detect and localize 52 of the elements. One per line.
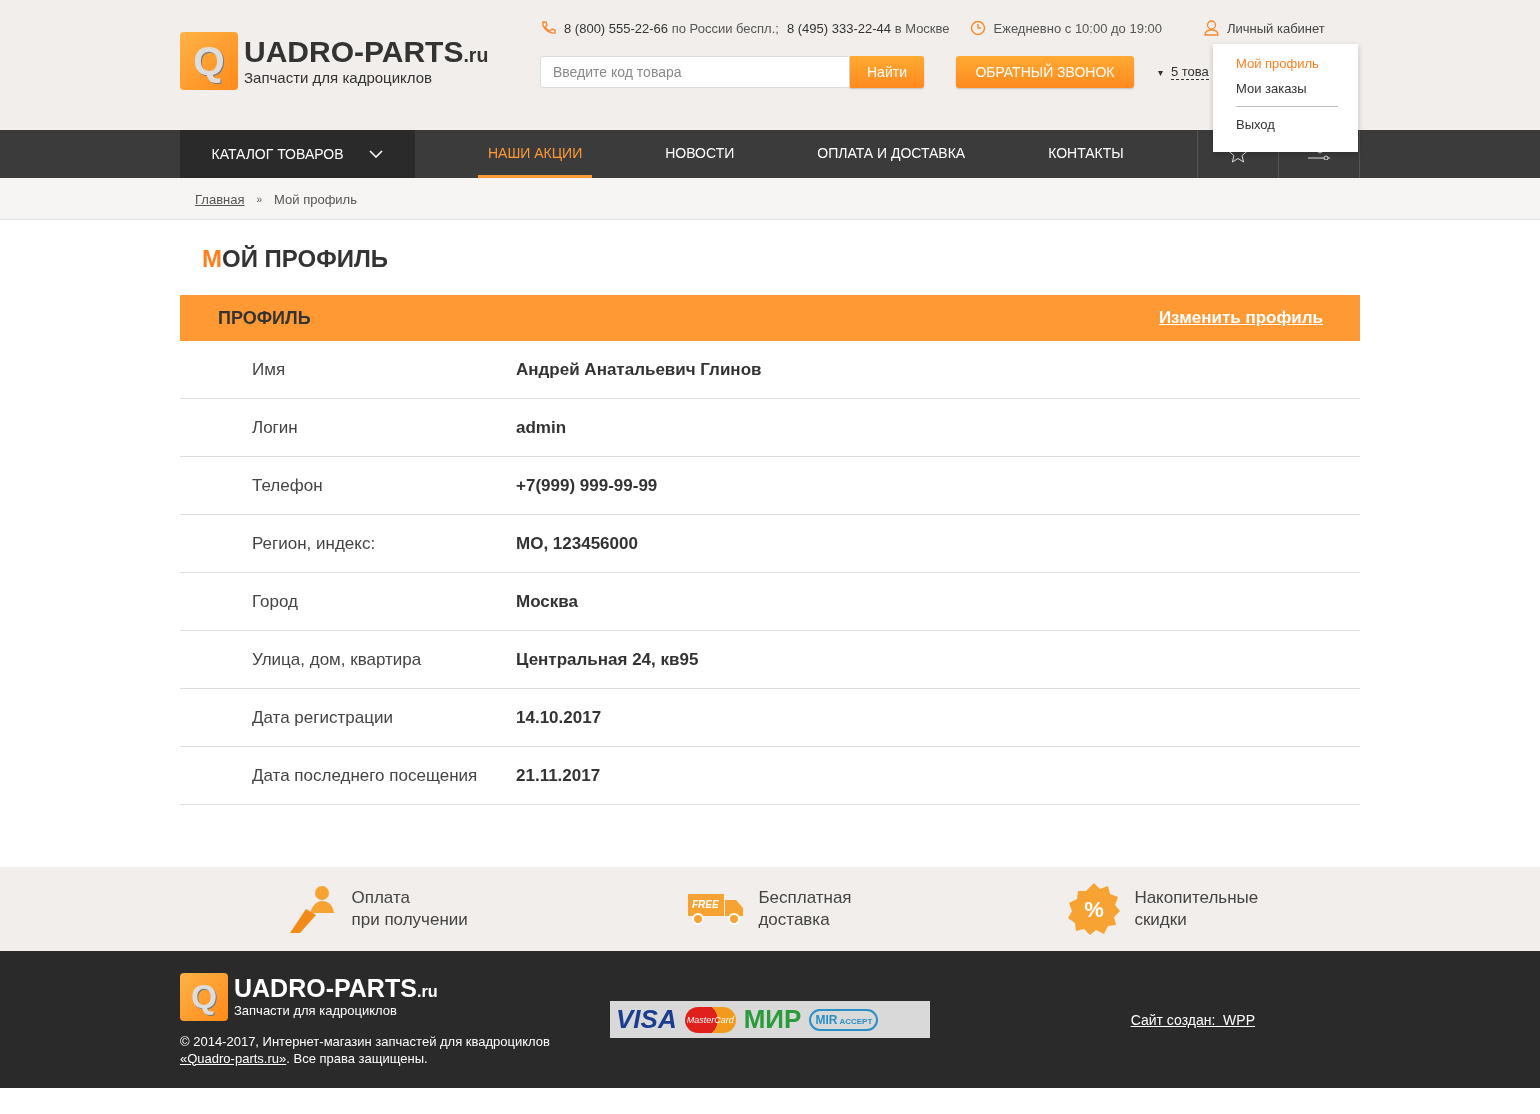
credit-link[interactable]: Сайт создан: WPP [1130, 1011, 1255, 1028]
nav-link[interactable]: КОНТАКТЫ [1038, 130, 1134, 178]
field-value: МО, 123456000 [516, 533, 638, 554]
logo-icon: Q [180, 32, 238, 90]
search-field[interactable]: Введите код товара [540, 56, 850, 88]
field-value: Центральная 24, кв95 [516, 649, 699, 670]
field-label: Улица, дом, квартира [251, 649, 423, 670]
field-value: 14.10.2017 [516, 707, 602, 728]
clock-icon [969, 20, 986, 36]
copyright-text: © 2014-2017, Интернет-магазин запчастей для квадроциклов «Quadro-parts.ru». Все права защищены. [180, 1032, 551, 1067]
field-value: 21.11.2017 [516, 765, 601, 786]
breadcrumb-current: Мой профиль [274, 191, 357, 207]
breadcrumb-separator: » [256, 193, 263, 205]
field-label: Телефон [251, 475, 324, 496]
field-value: Андрей Анатальевич Глинов [516, 359, 762, 380]
phone-icon [540, 20, 556, 36]
feature-text: Накопительные скидки [1134, 887, 1259, 931]
field-value: admin [516, 417, 567, 438]
breadcrumb-link[interactable]: Главная [195, 191, 245, 207]
logo-name: UADRO-PARTS.ru [244, 36, 489, 67]
logo-tagline: Запчасти для кадроциклов [244, 68, 433, 86]
cart-link[interactable]: 5 това [1170, 64, 1209, 80]
menu-item[interactable]: Мои заказы [1236, 79, 1338, 104]
nav-link[interactable]: НОВОСТИ [655, 130, 745, 178]
logo-name: UADRO-PARTS.ru [234, 975, 438, 1001]
phone-number: 8 (800) 555-22-66 по России беспл.; [564, 20, 779, 36]
catalog-button[interactable]: КАТАЛОГ ТОВАРОВ [180, 130, 415, 178]
field-label: Регион, индекс: [251, 533, 377, 554]
field-label: Дата регистрации [251, 707, 394, 728]
nav-link[interactable]: ОПЛАТА И ДОСТАВКА [807, 130, 976, 178]
feature-text: Оплата при получении [351, 887, 468, 931]
account-link[interactable]: Личный кабинет [1227, 20, 1325, 36]
discount-badge-icon: % [1068, 883, 1121, 935]
logo-tagline: Запчасти для кадроциклов [234, 1002, 398, 1018]
page-title: МОЙ ПРОФИЛЬ [201, 244, 390, 274]
logo-icon: Q [180, 972, 228, 1021]
feature-text: Бесплатная доставка [758, 887, 852, 931]
user-icon [1204, 20, 1219, 36]
section-title: ПРОФИЛЬ [218, 307, 311, 329]
field-value: Москва [516, 591, 578, 612]
chevron-down-icon [369, 150, 384, 158]
field-value: +7(999) 999-99-99 [516, 475, 658, 496]
caret-icon: ▾ [1157, 66, 1163, 78]
field-label: Город [251, 591, 299, 612]
working-hours: Ежедневно с 10:00 до 19:00 [993, 20, 1162, 36]
menu-item[interactable]: Выход [1236, 115, 1338, 140]
phone-number: 8 (495) 333-22-44 в Москве [786, 20, 950, 36]
site-link[interactable]: «Quadro-parts.ru» [180, 1050, 287, 1066]
field-label: Логин [251, 417, 299, 438]
field-label: Имя [251, 359, 287, 380]
field-label: Дата последнего посещения [251, 765, 479, 786]
payment-logos: VISA MasterCard МИР MIR ACCEPT [610, 1001, 930, 1038]
